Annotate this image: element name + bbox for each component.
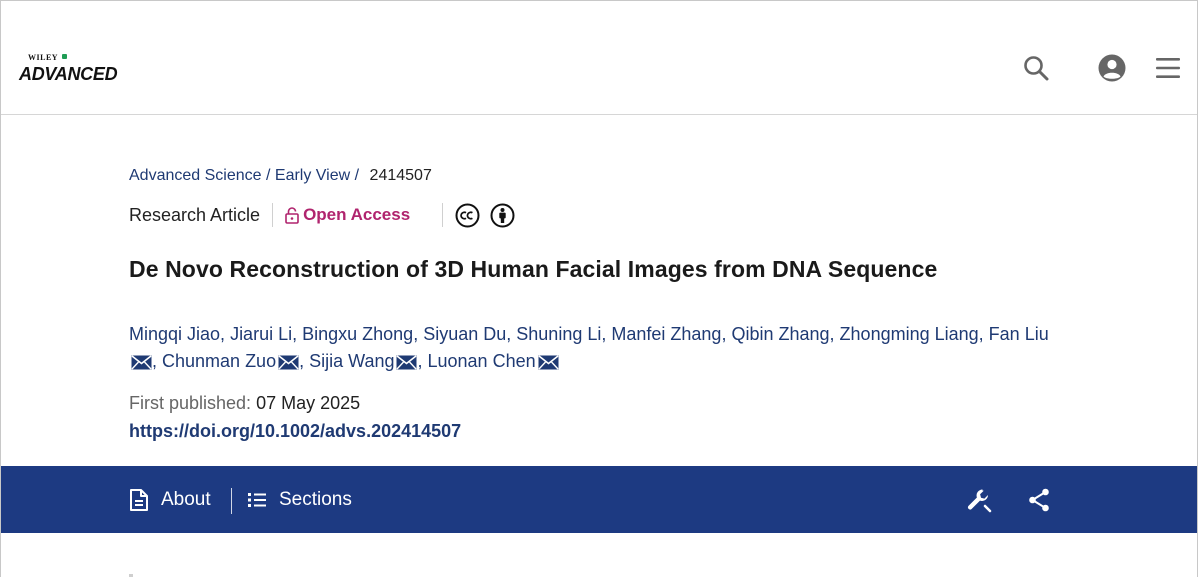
author-link[interactable]: Jiarui Li — [230, 324, 292, 344]
logo-dot — [62, 54, 67, 59]
article-nav-bar: About Sections — [1, 466, 1197, 533]
breadcrumb-separator: / — [354, 167, 360, 184]
article-type: Research Article — [129, 204, 261, 225]
list-icon — [248, 493, 266, 507]
author-link[interactable]: Mingqi Jiao — [129, 324, 220, 344]
search-icon[interactable] — [1021, 53, 1051, 83]
site-header: WILEY ADVANCED — [1, 1, 1197, 115]
author-link[interactable]: Sijia Wang — [309, 351, 394, 371]
by-attribution-icon — [490, 203, 515, 227]
published-date: 07 May 2025 — [256, 393, 361, 413]
author-link[interactable]: Manfei Zhang — [611, 324, 721, 344]
bar-divider — [231, 488, 232, 514]
meta-divider — [272, 203, 274, 227]
doi-link[interactable]: https://doi.org/10.1002/advs.202414507 — [129, 421, 461, 442]
breadcrumb: Advanced Science / Early View / 2414507 — [129, 167, 432, 185]
email-icon[interactable] — [396, 351, 417, 378]
open-access-badge[interactable]: Open Access — [285, 205, 410, 225]
email-icon[interactable] — [278, 351, 299, 378]
author-link[interactable]: Chunman Zuo — [162, 351, 276, 371]
tools-icon[interactable] — [965, 486, 993, 514]
breadcrumb-section-link[interactable]: Early View — [275, 167, 350, 184]
breadcrumb-separator: / — [265, 167, 271, 184]
about-label: About — [161, 489, 211, 510]
author-link[interactable]: Bingxu Zhong — [302, 324, 413, 344]
logo-wiley-text: WILEY — [28, 53, 59, 62]
email-icon[interactable] — [538, 351, 559, 378]
breadcrumb-journal-link[interactable]: Advanced Science — [129, 167, 262, 184]
email-icon[interactable] — [131, 351, 152, 378]
meta-divider — [442, 203, 444, 227]
sections-button[interactable]: Sections — [247, 486, 352, 514]
cc-icon — [455, 203, 480, 227]
first-published: First published: 07 May 2025 — [129, 393, 360, 414]
logo-advanced-text: ADVANCED — [19, 64, 118, 84]
author-list: Mingqi Jiao, Jiarui Li, Bingxu Zhong, Si… — [129, 321, 1049, 378]
author-link[interactable]: Qibin Zhang — [731, 324, 829, 344]
hamburger-menu-icon[interactable] — [1153, 53, 1183, 83]
open-lock-icon — [285, 206, 299, 224]
advanced-logo[interactable]: WILEY ADVANCED — [19, 53, 134, 85]
open-access-label: Open Access — [303, 205, 411, 224]
sections-label: Sections — [279, 489, 352, 510]
author-link[interactable]: Shuning Li — [516, 324, 601, 344]
breadcrumb-article-id: 2414507 — [369, 167, 432, 184]
article-meta-row: Research Article Open Access — [129, 202, 515, 228]
author-link[interactable]: Zhongming Liang — [840, 324, 979, 344]
document-icon — [130, 489, 148, 511]
published-label: First published: — [129, 393, 252, 413]
account-icon[interactable] — [1097, 53, 1127, 83]
article-title: De Novo Reconstruction of 3D Human Facia… — [129, 256, 938, 282]
author-link[interactable]: Siyuan Du — [423, 324, 506, 344]
author-link[interactable]: Fan Liu — [989, 324, 1049, 344]
author-link[interactable]: Luonan Chen — [428, 351, 536, 371]
share-icon[interactable] — [1027, 486, 1051, 514]
license-icons[interactable] — [455, 203, 515, 228]
about-button[interactable]: About — [129, 486, 211, 514]
